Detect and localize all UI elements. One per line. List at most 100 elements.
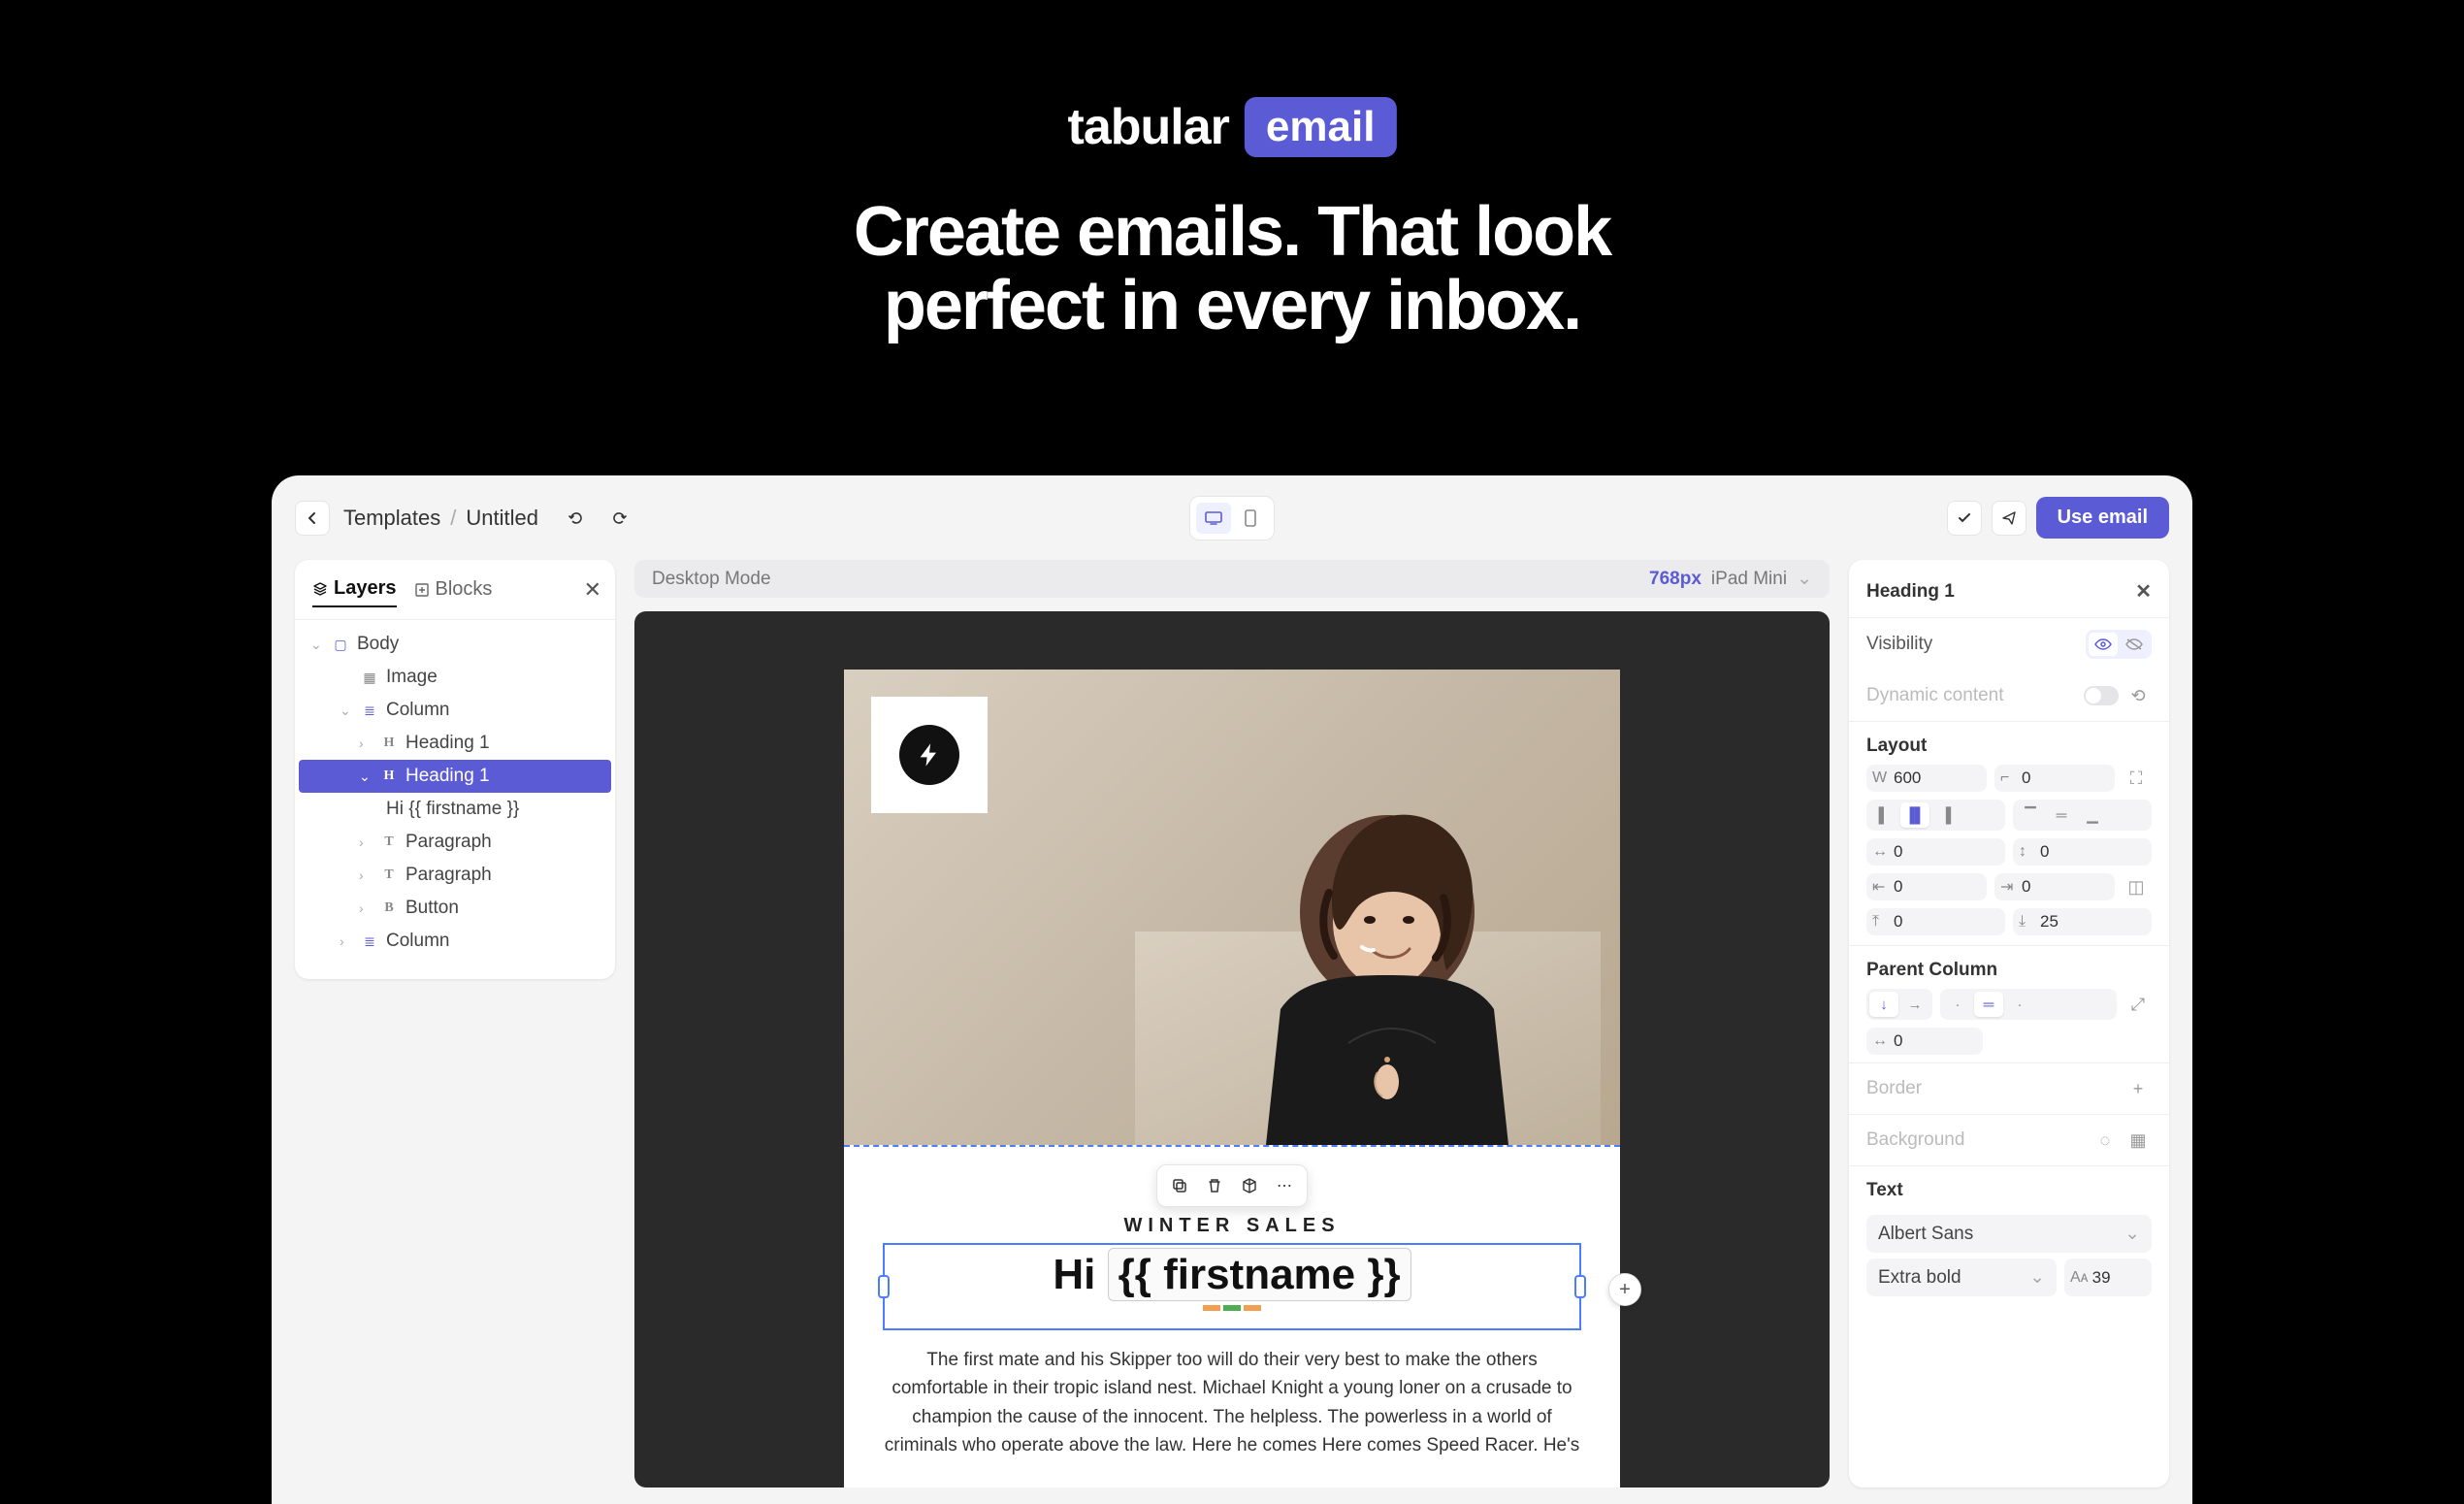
tree-image[interactable]: ▦ Image: [299, 661, 611, 694]
back-button[interactable]: [295, 501, 330, 536]
dynamic-label: Dynamic content: [1866, 685, 2004, 706]
resize-handle-right[interactable]: [1574, 1275, 1586, 1298]
parent-dir-seg[interactable]: ↓ →: [1866, 989, 1932, 1020]
tree-paragraph-2[interactable]: › T Paragraph: [299, 859, 611, 892]
add-border-icon[interactable]: +: [2124, 1075, 2152, 1102]
redo-button[interactable]: [602, 501, 637, 536]
lock-padding-icon[interactable]: ◫: [2123, 873, 2150, 900]
selected-heading[interactable]: Hi {{ firstname }}: [883, 1243, 1581, 1330]
font-family-select[interactable]: Albert Sans⌄: [1866, 1215, 2152, 1253]
canvas-header: Desktop Mode 768px iPad Mini ⌄: [634, 560, 1830, 598]
tree-heading1[interactable]: › H Heading 1: [299, 727, 611, 760]
email-body-text[interactable]: The first mate and his Skipper too will …: [883, 1346, 1581, 1460]
v-align-seg[interactable]: ▔ ═ ▁: [2013, 800, 2152, 831]
email-preview[interactable]: ⋯ WINTER SALES Hi {{ firstname }}: [844, 670, 1620, 1488]
bolt-icon: [899, 725, 959, 785]
font-size-input[interactable]: Aᴀ: [2064, 1259, 2152, 1296]
tab-blocks[interactable]: Blocks: [414, 578, 493, 606]
parent-column-section: Parent Column: [1849, 946, 2169, 989]
image-bg-icon[interactable]: ▦: [2124, 1127, 2152, 1154]
layers-panel: Layers Blocks ✕ ⌄ ▢ Body ▦ Image: [295, 560, 615, 979]
pad-right-input[interactable]: ⇥: [1994, 873, 2115, 900]
add-block-button[interactable]: +: [1608, 1273, 1641, 1306]
trash-icon[interactable]: [1200, 1171, 1229, 1200]
parent-gap-input[interactable]: ↔: [1866, 1028, 1983, 1055]
font-weight-select[interactable]: Extra bold⌄: [1866, 1259, 2057, 1296]
heading-token[interactable]: {{ firstname }}: [1108, 1248, 1411, 1301]
check-button[interactable]: [1947, 501, 1982, 536]
pad-left-input[interactable]: ⇤: [1866, 873, 1987, 900]
resize-handle-left[interactable]: [878, 1275, 890, 1298]
tree-heading1-selected[interactable]: ⌄ H Heading 1: [299, 760, 611, 793]
layers-close-icon[interactable]: ✕: [584, 577, 601, 603]
dir-down-icon[interactable]: ↓: [1869, 992, 1898, 1017]
refresh-icon[interactable]: ⟲: [2124, 682, 2152, 709]
pad-top-input[interactable]: ⤒: [1866, 908, 2005, 935]
selection-toolbar: ⋯: [1156, 1164, 1308, 1207]
person-illustration: [1135, 679, 1601, 1145]
heading-hi: Hi: [1053, 1251, 1095, 1298]
expand-parent-icon[interactable]: ⤢: [2124, 991, 2152, 1018]
canvas-mode-label: Desktop Mode: [652, 569, 771, 590]
gap-v-input[interactable]: ↕: [2013, 838, 2152, 866]
email-overline[interactable]: WINTER SALES: [883, 1215, 1581, 1237]
hero-headline: Create emails. That look perfect in ever…: [854, 196, 1610, 343]
undo-button[interactable]: [558, 501, 593, 536]
duplicate-icon[interactable]: [1165, 1171, 1194, 1200]
brand-tag: email: [1245, 97, 1397, 157]
dir-right-icon[interactable]: →: [1900, 992, 1929, 1017]
h-align-seg[interactable]: ▌ ▐▌ ▐: [1866, 800, 2005, 831]
align-left-icon[interactable]: ▌: [1869, 802, 1898, 828]
eye-visible-icon[interactable]: [2089, 633, 2118, 656]
device-mobile[interactable]: [1233, 503, 1268, 534]
tree-body[interactable]: ⌄ ▢ Body: [299, 628, 611, 661]
tree-column-1[interactable]: ⌄ ≣ Column: [299, 694, 611, 727]
chevron-down-icon[interactable]: ⌄: [1797, 568, 1812, 590]
tree-column-2[interactable]: › ≣ Column: [299, 925, 611, 958]
canvas-viewer[interactable]: ⋯ WINTER SALES Hi {{ firstname }}: [634, 611, 1830, 1488]
gap-h-input[interactable]: ↔: [1866, 838, 2005, 866]
canvas-device[interactable]: iPad Mini: [1711, 569, 1787, 590]
align-top-icon[interactable]: ▔: [2016, 802, 2045, 828]
canvas-area: Desktop Mode 768px iPad Mini ⌄: [634, 560, 1830, 1488]
breadcrumb-root[interactable]: Templates: [343, 506, 440, 531]
layout-section: Layout: [1849, 722, 2169, 765]
send-button[interactable]: [1992, 501, 2026, 536]
width-input[interactable]: W: [1866, 765, 1987, 792]
breadcrumb: Templates / Untitled: [343, 506, 538, 531]
logo-badge: [871, 697, 988, 813]
app-window: Templates / Untitled: [272, 475, 2192, 1504]
align-center-icon[interactable]: ▐▌: [1900, 802, 1929, 828]
breadcrumb-current[interactable]: Untitled: [466, 506, 538, 531]
align-middle-icon[interactable]: ═: [2047, 802, 2076, 828]
canvas-width[interactable]: 768px: [1649, 569, 1702, 590]
tree-hi-firstname[interactable]: Hi {{ firstname }}: [299, 793, 611, 826]
tree-button[interactable]: › B Button: [299, 892, 611, 925]
droplet-icon[interactable]: ◌: [2091, 1127, 2119, 1154]
parent-align-seg[interactable]: · ═ ·: [1940, 989, 2117, 1020]
align-right-icon[interactable]: ▐: [1931, 802, 1961, 828]
properties-panel: Heading 1 ✕ Visibility Dynamic content ⟲: [1849, 560, 2169, 1488]
eye-hidden-icon[interactable]: [2120, 633, 2149, 656]
layer-tree: ⌄ ▢ Body ▦ Image ⌄ ≣ Column › H Hea: [295, 620, 615, 965]
tab-layers[interactable]: Layers: [312, 577, 397, 607]
text-section: Text: [1849, 1166, 2169, 1209]
cube-icon[interactable]: [1235, 1171, 1264, 1200]
background-label: Background: [1866, 1129, 1964, 1151]
hero-image[interactable]: [844, 670, 1620, 1145]
dynamic-toggle[interactable]: [2084, 686, 2119, 705]
align-bottom-icon[interactable]: ▁: [2078, 802, 2107, 828]
device-desktop[interactable]: [1196, 503, 1231, 534]
use-email-button[interactable]: Use email: [2036, 497, 2169, 539]
email-body[interactable]: ⋯ WINTER SALES Hi {{ firstname }}: [844, 1145, 1620, 1488]
tree-paragraph-1[interactable]: › T Paragraph: [299, 826, 611, 859]
props-close-icon[interactable]: ✕: [2135, 579, 2152, 604]
brand-name: tabular: [1068, 98, 1229, 156]
visibility-toggle[interactable]: [2086, 630, 2152, 659]
expand-icon[interactable]: ⛶: [2123, 765, 2150, 792]
radius-input[interactable]: ⌐: [1994, 765, 2115, 792]
pad-bottom-input[interactable]: ⤓: [2013, 908, 2152, 935]
border-label: Border: [1866, 1078, 1922, 1099]
more-icon[interactable]: ⋯: [1270, 1171, 1299, 1200]
props-title: Heading 1: [1866, 581, 1955, 603]
